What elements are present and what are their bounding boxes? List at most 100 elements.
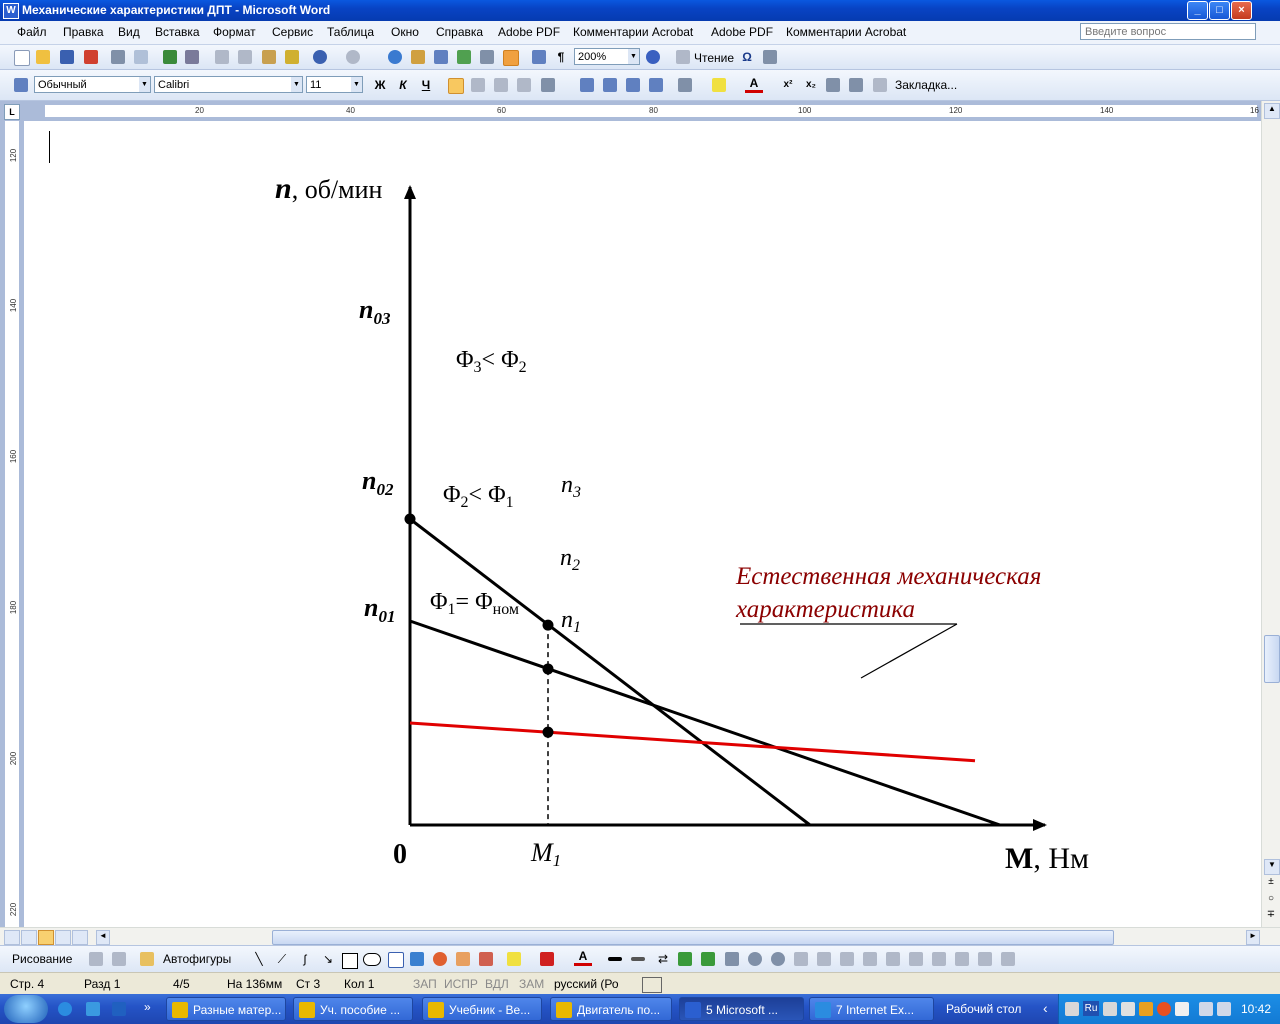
folder-icon xyxy=(299,1002,315,1018)
autoshapes-icon[interactable] xyxy=(140,952,154,966)
status-pages: 4/5 xyxy=(173,977,190,991)
quicklaunch-chevron-icon[interactable]: » xyxy=(144,1000,151,1014)
tool-icon[interactable] xyxy=(840,952,854,966)
tool-icon[interactable] xyxy=(909,952,923,966)
tray-icon[interactable] xyxy=(1065,1002,1079,1016)
taskbar-button[interactable]: Учебник - Ве... xyxy=(422,997,542,1021)
point-n03 xyxy=(404,513,416,525)
line-tool-icon[interactable]: ╲ xyxy=(250,950,268,968)
tool-icon[interactable] xyxy=(932,952,946,966)
show-desktop-icon[interactable] xyxy=(112,1002,126,1016)
prev-page-icon[interactable]: ± xyxy=(1264,876,1278,890)
vertical-scrollbar[interactable]: ▲ ▼ ± ○ ∓ xyxy=(1261,101,1280,927)
insert-picture-icon[interactable] xyxy=(479,952,493,966)
language-indicator[interactable]: Ru xyxy=(1083,1001,1099,1016)
point-n1 xyxy=(542,726,554,738)
wordart-icon[interactable] xyxy=(410,952,424,966)
start-button[interactable] xyxy=(4,995,48,1023)
web-view-icon[interactable] xyxy=(21,930,37,945)
status-rec[interactable]: ЗАП xyxy=(413,977,437,991)
line-style-icon[interactable] xyxy=(608,957,622,961)
annotation-line1: Естественная механическая xyxy=(735,563,1041,590)
textbox-tool-icon[interactable] xyxy=(388,952,404,968)
status-trk[interactable]: ИСПР xyxy=(444,977,478,991)
rectangle-tool-icon[interactable] xyxy=(342,953,358,969)
status-ovr[interactable]: ЗАМ xyxy=(519,977,544,991)
horizontal-scroll-thumb[interactable] xyxy=(272,930,1114,945)
diagram-icon[interactable] xyxy=(433,952,447,966)
scroll-thumb[interactable] xyxy=(1264,635,1280,683)
arrow-tool-icon[interactable]: ↘ xyxy=(319,950,337,968)
arrow-style-icon[interactable]: ⇄ xyxy=(654,950,672,968)
y-tick-n01: n01 xyxy=(364,593,395,626)
draw-font-color-icon[interactable]: A xyxy=(574,949,592,966)
dash-style-icon[interactable] xyxy=(631,957,645,961)
x-tick-m1: M1 xyxy=(530,838,561,870)
curve-tool-icon[interactable]: ⟋ xyxy=(273,950,291,968)
tool-icon[interactable] xyxy=(955,952,969,966)
print-layout-icon[interactable] xyxy=(38,930,54,945)
next-page-icon[interactable]: ∓ xyxy=(1264,909,1278,923)
tool-icon[interactable] xyxy=(748,952,762,966)
tool-icon[interactable] xyxy=(863,952,877,966)
network-icon[interactable] xyxy=(1199,1002,1213,1016)
taskbar-button-word[interactable]: 5 Microsoft ... xyxy=(679,997,804,1021)
status-section: Разд 1 xyxy=(84,977,121,991)
scroll-right-icon[interactable]: ► xyxy=(1246,930,1260,945)
tray-icon[interactable] xyxy=(1139,1002,1153,1016)
fill-color-icon[interactable] xyxy=(507,952,521,966)
reading-view-icon[interactable] xyxy=(72,930,88,945)
drawing-toolbar: Рисование Автофигуры ╲ ⟋ ʃ ↘ A ⇄ xyxy=(0,945,1280,973)
series-label-phi2: Φ2< Φ1 xyxy=(443,482,514,511)
tool-icon[interactable] xyxy=(886,952,900,966)
outline-view-icon[interactable] xyxy=(55,930,71,945)
shadow-style-icon[interactable] xyxy=(678,952,692,966)
explorer-quicklaunch-icon[interactable] xyxy=(86,1002,100,1016)
tool-icon[interactable] xyxy=(725,952,739,966)
annotation-line2: характеристика xyxy=(735,596,915,623)
line-color-icon[interactable] xyxy=(540,952,554,966)
mechanical-characteristics-chart: n, об/мин M, Нм 0 M1 n03 n02 n01 Φ3< Φ2 … xyxy=(275,172,1089,875)
status-col: Кол 1 xyxy=(344,977,375,991)
desktop-toolbar-label[interactable]: Рабочий стол xyxy=(946,1002,1021,1016)
freeform-tool-icon[interactable]: ʃ xyxy=(296,950,314,968)
taskbar-button-ie[interactable]: 7 Internet Ex... xyxy=(809,997,934,1021)
scroll-left-icon[interactable]: ◄ xyxy=(96,930,110,945)
tray-icon[interactable] xyxy=(1121,1002,1135,1016)
point-label-n3: n3 xyxy=(561,472,581,501)
tool-icon[interactable] xyxy=(794,952,808,966)
tray-icon[interactable] xyxy=(1103,1002,1117,1016)
clock[interactable]: 10:42 xyxy=(1241,1002,1271,1016)
autoshapes-menu[interactable]: Автофигуры xyxy=(163,952,231,966)
folder-icon xyxy=(172,1002,188,1018)
tray-icon[interactable] xyxy=(1157,1002,1171,1016)
scroll-up-icon[interactable]: ▲ xyxy=(1264,103,1280,119)
volume-icon[interactable] xyxy=(1217,1002,1231,1016)
horizontal-scroll-row: ◄ ► xyxy=(0,927,1280,946)
oval-tool-icon[interactable] xyxy=(363,953,381,966)
tool-icon[interactable] xyxy=(817,952,831,966)
ie-quicklaunch-icon[interactable] xyxy=(58,1002,72,1016)
tool-icon[interactable] xyxy=(978,952,992,966)
tray-icon[interactable] xyxy=(1175,1002,1189,1016)
tray-expand-icon[interactable]: ‹ xyxy=(1043,1000,1048,1016)
spelling-status-icon[interactable] xyxy=(642,977,662,993)
scroll-down-icon[interactable]: ▼ xyxy=(1264,859,1280,875)
browse-object-icon[interactable]: ○ xyxy=(1264,893,1278,907)
taskbar-button[interactable]: Уч. пособие ... xyxy=(293,997,413,1021)
point-n3 xyxy=(542,619,554,631)
tool-icon[interactable] xyxy=(1001,952,1015,966)
3d-style-icon[interactable] xyxy=(701,952,715,966)
normal-view-icon[interactable] xyxy=(4,930,20,945)
y-tick-n02: n02 xyxy=(362,466,394,499)
clipart-icon[interactable] xyxy=(456,952,470,966)
select-objects-icon[interactable] xyxy=(89,952,103,966)
taskbar-button[interactable]: Разные матер... xyxy=(166,997,286,1021)
drawing-menu[interactable]: Рисование xyxy=(12,952,72,966)
status-at: На 136мм xyxy=(227,977,283,991)
taskbar-button[interactable]: Двигатель по... xyxy=(550,997,672,1021)
status-ext[interactable]: ВДЛ xyxy=(485,977,509,991)
point-n2 xyxy=(542,663,554,675)
tool-icon[interactable] xyxy=(771,952,785,966)
canvas-icon[interactable] xyxy=(112,952,126,966)
